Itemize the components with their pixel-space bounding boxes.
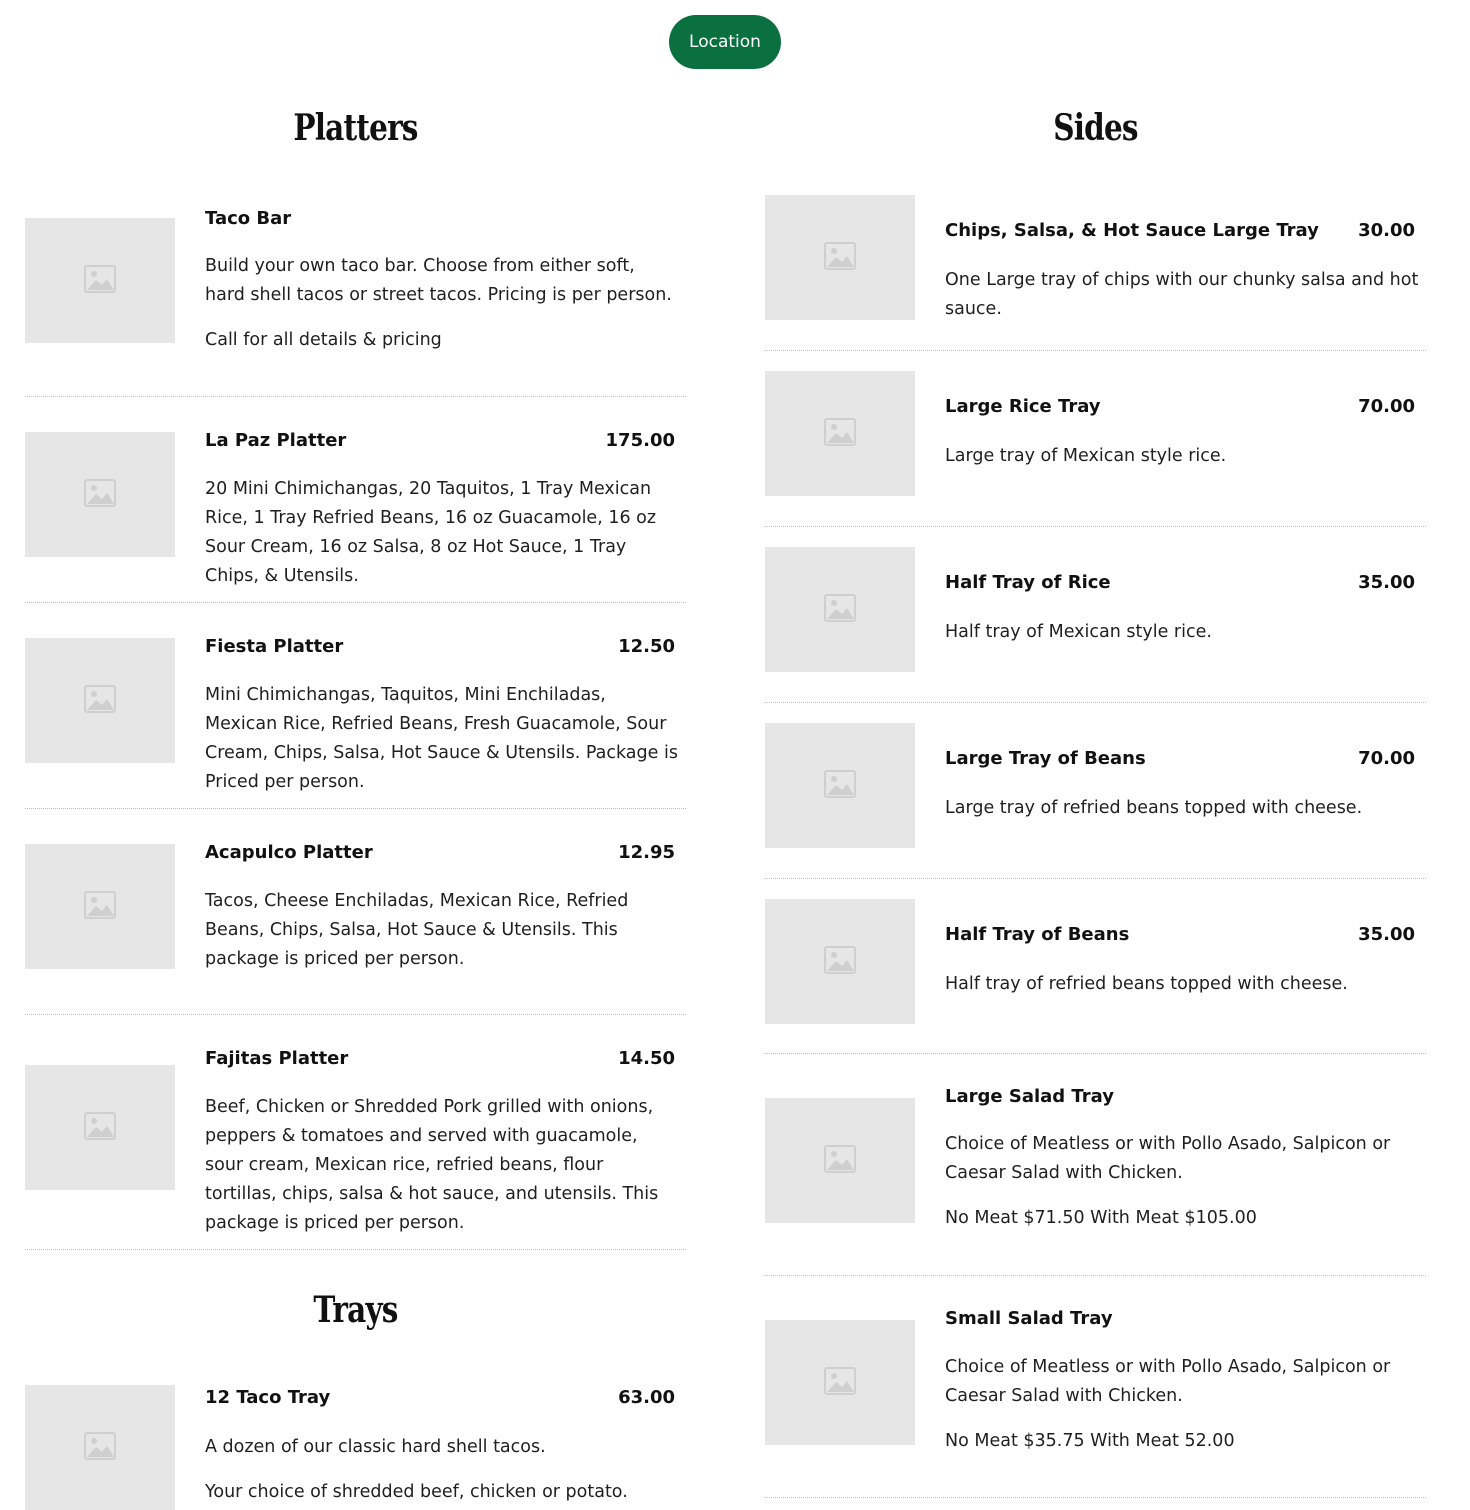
divider xyxy=(25,808,686,809)
image-placeholder-icon xyxy=(824,593,856,626)
image-placeholder-icon xyxy=(84,1111,116,1144)
item-note: Your choice of shredded beef, chicken or… xyxy=(205,1482,628,1502)
item-price: 30.00 xyxy=(1358,220,1415,241)
item-price: 70.00 xyxy=(1358,396,1415,417)
item-name: Half Tray of Rice xyxy=(945,572,1111,593)
item-name: Taco Bar xyxy=(205,208,292,229)
image-placeholder-icon xyxy=(824,769,856,802)
image-placeholder-icon xyxy=(84,264,116,297)
divider xyxy=(765,1497,1426,1498)
item-note: No Meat $71.50 With Meat $105.00 xyxy=(945,1208,1257,1228)
item-image-placeholder xyxy=(25,638,175,763)
divider xyxy=(25,602,686,603)
image-placeholder-icon xyxy=(84,478,116,511)
item-description: Large tray of Mexican style rice. xyxy=(945,446,1227,466)
item-name: Large Salad Tray xyxy=(945,1086,1114,1107)
item-description: Mini Chimichangas, Taquitos, Mini Enchil… xyxy=(205,685,678,792)
image-placeholder-icon xyxy=(824,945,856,978)
item-price: 35.00 xyxy=(1358,924,1415,945)
item-name: La Paz Platter xyxy=(205,430,347,451)
item-image-placeholder xyxy=(765,547,915,672)
item-image-placeholder xyxy=(25,218,175,343)
item-name: Large Rice Tray xyxy=(945,396,1101,417)
divider xyxy=(25,1014,686,1015)
item-description: Choice of Meatless or with Pollo Asado, … xyxy=(945,1134,1391,1183)
item-name: Half Tray of Beans xyxy=(945,924,1130,945)
trays-heading: Trays xyxy=(313,1289,398,1331)
item-name: Chips, Salsa, & Hot Sauce Large Tray xyxy=(945,220,1319,241)
item-note: Call for all details & pricing xyxy=(205,330,442,350)
divider xyxy=(765,1053,1426,1054)
item-description: Beef, Chicken or Shredded Pork grilled w… xyxy=(205,1097,659,1233)
image-placeholder-icon xyxy=(84,1431,116,1464)
item-price: 12.95 xyxy=(618,842,675,863)
divider xyxy=(765,702,1426,703)
item-description: A dozen of our classic hard shell tacos. xyxy=(205,1437,546,1457)
item-image-placeholder xyxy=(765,371,915,496)
item-name: Fajitas Platter xyxy=(205,1048,349,1069)
image-placeholder-icon xyxy=(84,890,116,923)
item-image-placeholder xyxy=(25,1065,175,1190)
item-price: 63.00 xyxy=(618,1387,675,1408)
divider xyxy=(25,396,686,397)
item-name: 12 Taco Tray xyxy=(205,1387,331,1408)
item-name: Large Tray of Beans xyxy=(945,748,1146,769)
item-note: No Meat $35.75 With Meat 52.00 xyxy=(945,1431,1235,1451)
item-name: Fiesta Platter xyxy=(205,636,344,657)
platters-heading: Platters xyxy=(293,107,418,149)
image-placeholder-icon xyxy=(824,1144,856,1177)
item-price: 14.50 xyxy=(618,1048,675,1069)
item-price: 70.00 xyxy=(1358,748,1415,769)
item-image-placeholder xyxy=(765,195,915,320)
item-price: 35.00 xyxy=(1358,572,1415,593)
item-image-placeholder xyxy=(765,723,915,848)
image-placeholder-icon xyxy=(824,241,856,274)
item-image-placeholder xyxy=(765,1098,915,1223)
image-placeholder-icon xyxy=(824,1366,856,1399)
sides-heading: Sides xyxy=(1053,107,1138,149)
item-price: 175.00 xyxy=(605,430,675,451)
divider xyxy=(765,1275,1426,1276)
item-description: Half tray of Mexican style rice. xyxy=(945,622,1212,642)
item-image-placeholder xyxy=(25,844,175,969)
item-description: 20 Mini Chimichangas, 20 Taquitos, 1 Tra… xyxy=(205,479,657,586)
item-name: Small Salad Tray xyxy=(945,1308,1113,1329)
item-image-placeholder xyxy=(765,899,915,1024)
item-image-placeholder xyxy=(25,432,175,557)
item-image-placeholder xyxy=(25,1385,175,1510)
item-image-placeholder xyxy=(765,1320,915,1445)
item-description: Choice of Meatless or with Pollo Asado, … xyxy=(945,1357,1391,1406)
item-price: 12.50 xyxy=(618,636,675,657)
item-description: Tacos, Cheese Enchiladas, Mexican Rice, … xyxy=(205,891,629,969)
divider xyxy=(25,1249,686,1250)
item-description: Half tray of refried beans topped with c… xyxy=(945,974,1348,994)
divider xyxy=(765,878,1426,879)
divider xyxy=(765,350,1426,351)
image-placeholder-icon xyxy=(84,684,116,717)
location-button[interactable]: Location xyxy=(669,15,781,69)
item-description: Large tray of refried beans topped with … xyxy=(945,798,1363,818)
item-description: One Large tray of chips with our chunky … xyxy=(945,270,1419,319)
item-description: Build your own taco bar. Choose from eit… xyxy=(205,256,672,305)
image-placeholder-icon xyxy=(824,417,856,450)
divider xyxy=(765,526,1426,527)
item-name: Acapulco Platter xyxy=(205,842,373,863)
